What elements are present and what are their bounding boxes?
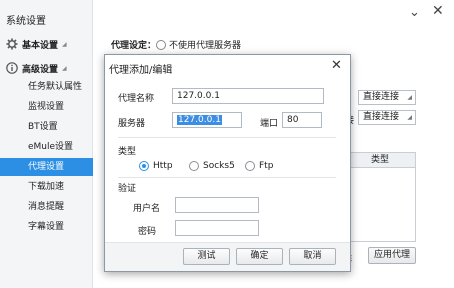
cancel-button[interactable]: 取消 [289, 248, 336, 265]
dialog-close-icon[interactable]: ✕ [331, 58, 342, 73]
sidebar-title: 系统设置 [6, 16, 46, 27]
window-close-icon[interactable]: ✕ [432, 3, 444, 19]
dialog-title: 代理添加/编辑 [109, 65, 173, 76]
port-value: 80 [287, 115, 299, 125]
caret-icon: ◢ [62, 40, 67, 48]
divider [118, 177, 336, 178]
sidebar-item-emule[interactable]: eMule设置 [0, 138, 93, 156]
proxy-name-label: 代理名称 [118, 94, 155, 104]
info-icon [6, 62, 18, 74]
table-header-type: 类型 [341, 153, 415, 168]
dropdown-arrow-icon: ◢ [407, 94, 412, 101]
password-input[interactable] [175, 220, 259, 236]
type-http-label: Http [153, 161, 173, 171]
test-button[interactable]: 测试 [183, 248, 230, 265]
radio-selected-icon [139, 161, 149, 171]
dropdown-arrow-icon: ◢ [407, 114, 412, 121]
sidebar-item-bt[interactable]: BT设置 [0, 118, 93, 136]
sidebar-item-subtitles[interactable]: 字幕设置 [0, 218, 93, 236]
server-label: 服务器 [118, 119, 146, 129]
port-label: 端口 [260, 119, 279, 129]
proxy-setting-label: 代理设定： [111, 41, 157, 51]
password-label: 密码 [138, 227, 157, 237]
server-input[interactable]: 127.0.0.1 [172, 112, 242, 128]
sidebar-group-label: 基本设置 [22, 40, 59, 51]
type-radio-socks5[interactable]: Socks5 [189, 161, 235, 171]
proxy-list-table[interactable]: 类型 [340, 152, 416, 242]
proxy-name-input[interactable]: 127.0.0.1 [172, 88, 324, 104]
type-radio-http[interactable]: Http [139, 161, 173, 171]
sidebar-item-task-defaults[interactable]: 任务默认属性 [0, 78, 93, 96]
sidebar-group-label: 高级设置 [22, 64, 59, 75]
apply-proxy-button[interactable]: 应用代理 [368, 247, 416, 264]
sidebar-item-proxy[interactable]: 代理设置 [0, 158, 93, 176]
proxy-combo-2[interactable]: 直接连接 ◢ [358, 110, 416, 125]
divider [118, 137, 336, 138]
sidebar-item-notifications[interactable]: 消息提醒 [0, 198, 93, 216]
ok-button[interactable]: 确定 [236, 248, 283, 265]
combo-value: 直接连接 [363, 112, 400, 122]
combo-value: 直接连接 [363, 92, 400, 102]
username-label: 用户名 [133, 204, 161, 214]
type-radio-ftp[interactable]: Ftp [245, 161, 273, 171]
username-input[interactable] [175, 197, 259, 213]
no-proxy-radio[interactable]: 不使用代理服务器 [156, 38, 241, 51]
proxy-edit-dialog: 代理添加/编辑 ✕ 代理名称 127.0.0.1 服务器 127.0.0.1 端… [104, 54, 351, 272]
caret-icon: ◢ [62, 64, 67, 72]
minimize-icon[interactable]: ⌄ [409, 5, 420, 20]
server-value: 127.0.0.1 [177, 115, 222, 125]
sidebar-item-monitor[interactable]: 监视设置 [0, 98, 93, 116]
sidebar-group-advanced[interactable]: 高级设置 ◢ [6, 61, 67, 75]
settings-sidebar: 系统设置 基本设置 ◢ 高级设置 ◢ 任务默认属性 监视设置 BT设置 eMul… [0, 0, 93, 288]
radio-icon [156, 39, 166, 50]
port-input[interactable]: 80 [282, 112, 322, 128]
radio-icon [245, 161, 255, 171]
gear-icon [6, 38, 18, 50]
radio-icon [189, 161, 199, 171]
sidebar-group-basic[interactable]: 基本设置 ◢ [6, 37, 67, 51]
auth-label: 验证 [118, 184, 137, 194]
proxy-combo-1[interactable]: 直接连接 ◢ [358, 90, 416, 105]
type-ftp-label: Ftp [259, 161, 274, 171]
proxy-name-value: 127.0.0.1 [177, 91, 220, 101]
no-proxy-label: 不使用代理服务器 [169, 41, 242, 51]
sidebar-item-download-accel[interactable]: 下载加速 [0, 178, 93, 196]
type-socks5-label: Socks5 [203, 161, 235, 171]
type-label: 类型 [118, 147, 137, 157]
